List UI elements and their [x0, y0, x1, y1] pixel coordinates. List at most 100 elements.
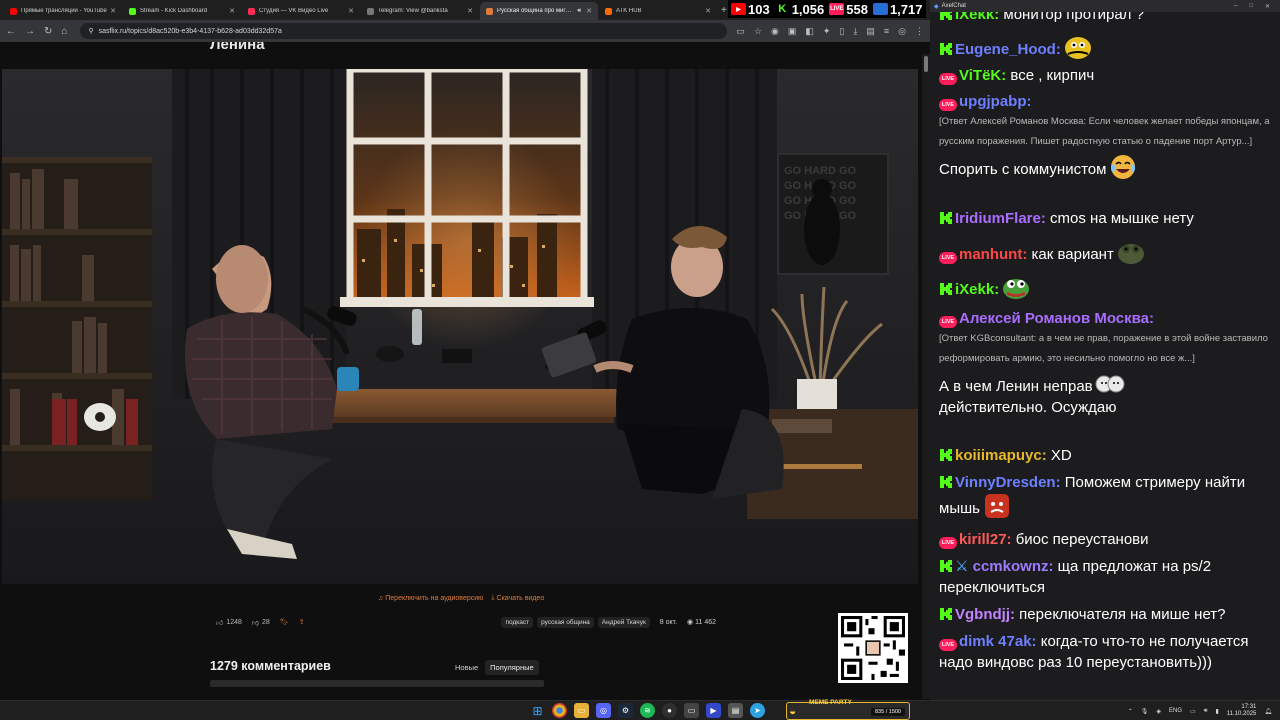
download-icon[interactable]: ⤓ — [853, 26, 857, 37]
chat-text: как вариант — [1031, 246, 1114, 263]
scrollbar-thumb[interactable] — [924, 56, 928, 72]
chat-message-line: Vgbndjj: переключателя на мише нет? — [939, 604, 1273, 625]
windows-taskbar: ⊞ ▭ ◎ ⚙ ≋ ● ▭ ▶ ▤ ➤ ◒ MEME PARTY 835 / 1… — [0, 699, 1280, 720]
chat-message: iXekk: — [939, 274, 1273, 300]
chat-username[interactable]: koiiimapuyc: — [955, 447, 1047, 464]
minimize-icon[interactable]: – — [1234, 3, 1237, 10]
battery-icon[interactable]: ▮ — [1215, 708, 1218, 715]
address-bar[interactable]: ⚲ sasflix.ru/topics/d8ac520b-e3b4-4137-b… — [80, 23, 728, 39]
tag-chip[interactable]: русская община — [537, 616, 594, 628]
network-icon[interactable]: ▭ — [1190, 708, 1196, 715]
split-view-icon[interactable]: ▯ — [839, 26, 844, 37]
browser-tab[interactable]: Студия — VK Видео Live ✕ — [242, 2, 360, 20]
clock[interactable]: 17:31 11.10.2025 — [1227, 704, 1257, 718]
browser-tab[interactable]: Telegram: View @banksta ✕ — [361, 2, 479, 20]
chat-username[interactable]: VinnyDresden: — [955, 474, 1061, 491]
tab-audio-icon[interactable]: 🔊︎ — [577, 8, 581, 15]
new-tab-icon[interactable]: + — [721, 5, 727, 16]
install-app-icon[interactable]: ▭ — [736, 26, 745, 37]
chat-username[interactable]: Алексей Романов Москва: — [959, 310, 1154, 327]
share-button[interactable]: ⇪ — [299, 618, 305, 626]
media-player-icon[interactable]: ▭ — [684, 703, 699, 718]
bookmark-star-icon[interactable]: ☆ — [754, 26, 762, 37]
app-icon[interactable]: ▶ — [706, 703, 721, 718]
close-icon[interactable]: ✕ — [1265, 3, 1270, 10]
chat-username[interactable]: upgjpabp: — [959, 93, 1031, 110]
extension-icon[interactable]: ▤ — [866, 26, 875, 37]
menu-kebab-icon[interactable]: ⋮ — [915, 26, 924, 37]
home-icon[interactable]: ⌂ — [61, 26, 67, 37]
tab-close-icon[interactable]: ✕ — [586, 7, 592, 15]
meme-party-widget[interactable]: ◒ MEME PARTY 835 / 1500 — [786, 699, 910, 720]
clock-date: 11.10.2025 — [1226, 711, 1257, 717]
telegram-icon[interactable]: ➤ — [750, 703, 765, 718]
extension-icon[interactable]: ◉ — [771, 26, 779, 37]
tab-close-icon[interactable]: ✕ — [348, 7, 354, 15]
comment-input-field[interactable] — [210, 680, 544, 687]
obs-icon[interactable]: ● — [662, 703, 677, 718]
app-tray-icon[interactable]: ◈ — [1156, 708, 1161, 715]
sort-popular-tab[interactable]: Популярные — [485, 660, 539, 675]
browser-tab[interactable]: Русская община про миг… 🔊︎ ✕ — [480, 2, 598, 20]
discord-icon[interactable]: ◎ — [596, 703, 611, 718]
tab-close-icon[interactable]: ✕ — [110, 7, 116, 15]
forward-icon[interactable]: → — [25, 26, 35, 37]
twitch-viewer-count: 👤 1,717 — [872, 2, 923, 17]
chat-window-title: AxelChat — [941, 3, 966, 9]
sort-new-tab[interactable]: Новые — [450, 660, 483, 675]
tab-close-icon[interactable]: ✕ — [229, 7, 235, 15]
tab-close-icon[interactable]: ✕ — [705, 7, 711, 15]
chat-message: ⚔ ccmkownz: ща предложат на ps/2 переклю… — [939, 556, 1273, 598]
reload-icon[interactable]: ↻ — [44, 26, 52, 37]
maximize-icon[interactable]: □ — [1249, 3, 1253, 10]
chat-username[interactable]: Vgbndjj: — [955, 606, 1015, 623]
notifications-icon[interactable]: 🔔︎ — [1264, 708, 1272, 715]
customize-icon[interactable]: ≡ — [884, 26, 889, 37]
browser-tab[interactable]: ATK HUB ✕ — [599, 2, 717, 20]
start-icon[interactable]: ⊞ — [530, 703, 545, 718]
tab-close-icon[interactable]: ✕ — [467, 7, 473, 15]
tag-chip[interactable]: Андрей Ткачук — [597, 616, 650, 628]
tab-title: ATK HUB — [616, 8, 642, 14]
chat-username[interactable]: Eugene_Hood: — [955, 41, 1061, 58]
extensions-puzzle-icon[interactable]: ✦ — [823, 26, 831, 37]
system-tray: ⌃ 🎙︎ ◈ ENG ▭ 🔊︎ ▮ 17:31 11.10.2025 🔔︎ — [1128, 704, 1272, 718]
viewer-counters: ▶ 103 K 1,056 LIVE 558 👤 1,717 — [728, 0, 926, 18]
site-info-icon[interactable]: ⚲ — [88, 27, 93, 35]
like-button[interactable]: 👍︎ 1248 — [216, 618, 242, 627]
chat-username[interactable]: dimk 47ak: — [959, 633, 1037, 650]
chevron-up-icon[interactable]: ⌃ — [1128, 708, 1133, 715]
microphone-icon[interactable]: 🎙︎ — [1141, 708, 1149, 715]
chat-username[interactable]: IridiumFlare: — [955, 210, 1046, 227]
folder-icon[interactable]: ▭ — [574, 703, 589, 718]
spotify-icon[interactable]: ≋ — [640, 703, 655, 718]
chat-message-line: LIVE upgjpabp: — [939, 91, 1273, 112]
chat-message-line: IridiumFlare: cmos на мышке нету — [939, 208, 1273, 229]
chat-message-line: LIVE manhunt: как вариант — [939, 239, 1273, 265]
browser-tab[interactable]: Stream - Kick Dashboard ✕ — [123, 2, 241, 20]
extension-icon[interactable]: ◧ — [805, 26, 814, 37]
language-indicator[interactable]: ENG — [1169, 708, 1182, 714]
chat-username[interactable]: iXekk: — [955, 281, 999, 298]
steam-icon[interactable]: ⚙ — [618, 703, 633, 718]
video-player[interactable]: GO HARD GOGO HARD GO GO HARD GOGO HARD G… — [2, 69, 918, 584]
app-icon[interactable]: ▤ — [728, 703, 743, 718]
chat-username[interactable]: manhunt: — [959, 246, 1027, 263]
tag-chip[interactable]: подкаст — [501, 616, 534, 628]
download-video-link[interactable]: ⤓ Скачать видео — [491, 594, 544, 602]
chat-username[interactable]: ViTёK: — [959, 67, 1006, 84]
back-icon[interactable]: ← — [6, 26, 16, 37]
chat-username[interactable]: ccmkownz: — [973, 558, 1054, 575]
chrome-icon[interactable] — [552, 703, 567, 718]
volume-icon[interactable]: 🔊︎ — [1204, 708, 1208, 715]
taskbar-apps: ⊞ ▭ ◎ ⚙ ≋ ● ▭ ▶ ▤ ➤ — [530, 703, 765, 718]
dislike-button[interactable]: 👎︎ 28 — [252, 618, 270, 627]
profile-icon[interactable]: ◎ — [898, 26, 906, 37]
browser-tab[interactable]: Прямые трансляции - YouTube ✕ — [4, 2, 122, 20]
chat-username[interactable]: kirill27: — [959, 531, 1012, 548]
extension-icon[interactable]: ▣ — [788, 26, 797, 37]
bookmark-button[interactable]: 🔖︎ — [280, 618, 289, 626]
page-scrollbar[interactable] — [922, 54, 930, 699]
chat-message-line: ⚔ ccmkownz: ща предложат на ps/2 переклю… — [939, 556, 1273, 598]
audio-version-link[interactable]: ♫ Переключить на аудиоверсию — [378, 594, 483, 602]
